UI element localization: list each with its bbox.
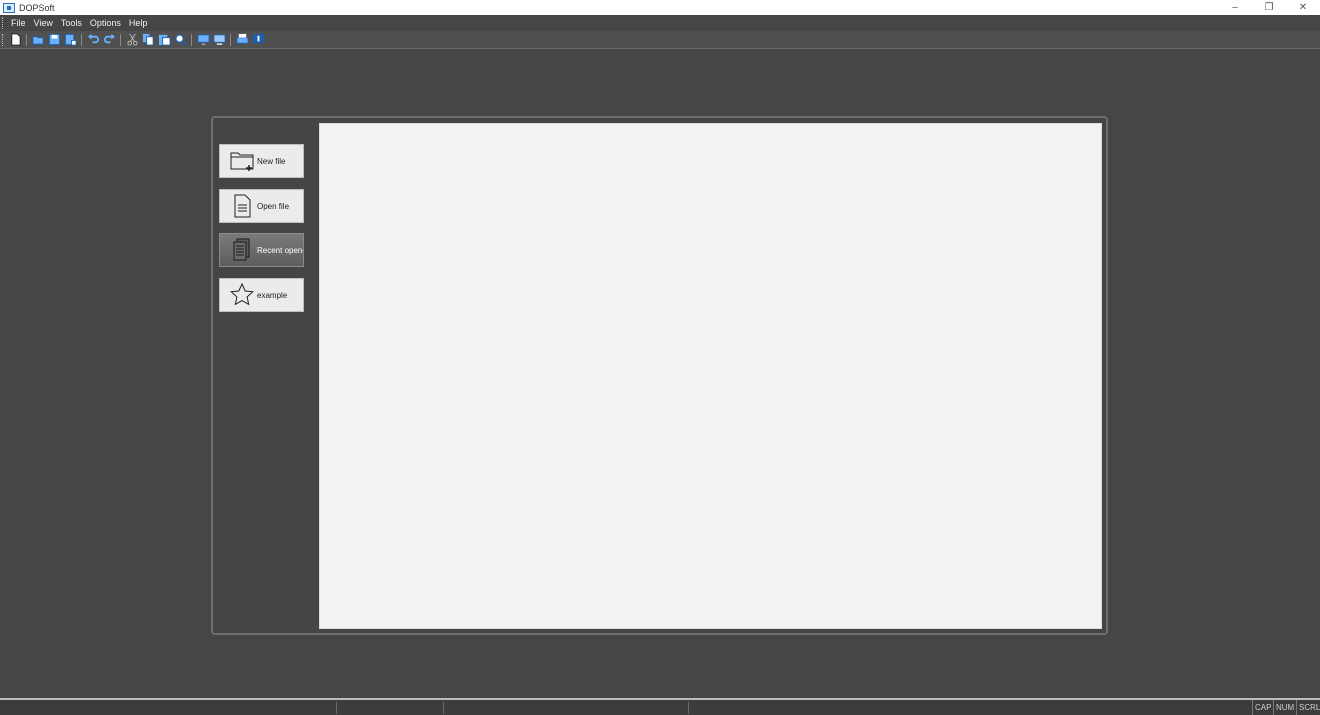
title-bar: DOPSoft – ❐ ✕: [0, 0, 1320, 15]
workspace: New file Open file Recent opened example: [0, 50, 1320, 698]
open-file-icon: [234, 194, 251, 218]
toolbar-separator: [120, 33, 121, 46]
star-icon: [230, 282, 254, 306]
save-as-icon[interactable]: [63, 33, 77, 47]
app-icon: [3, 2, 15, 13]
status-divider: [443, 702, 444, 714]
find-icon[interactable]: [173, 33, 187, 47]
num-lock-indicator: NUM: [1273, 700, 1296, 715]
toolbar: [0, 31, 1320, 49]
toolbar-separator: [81, 33, 82, 46]
paste-icon[interactable]: [157, 33, 171, 47]
start-page-frame: New file Open file Recent opened example: [211, 116, 1108, 635]
copy-icon[interactable]: [141, 33, 155, 47]
menu-bar: File View Tools Options Help: [0, 15, 1320, 31]
open-file-label: Open file: [257, 201, 290, 211]
open-icon[interactable]: [31, 33, 45, 47]
undo-icon[interactable]: [86, 33, 100, 47]
example-label: example: [257, 290, 288, 300]
recent-opened-label: Recent opened: [257, 245, 303, 255]
menu-view[interactable]: View: [30, 15, 57, 31]
info-icon[interactable]: [251, 33, 265, 47]
minimize-icon[interactable]: –: [1218, 0, 1252, 15]
preview-panel: [319, 123, 1102, 629]
menu-file[interactable]: File: [7, 15, 30, 31]
recent-files-icon: [233, 238, 250, 261]
menu-tools[interactable]: Tools: [57, 15, 86, 31]
toolbar-separator: [26, 33, 27, 46]
status-divider: [688, 702, 689, 714]
new-folder-icon: [230, 152, 254, 171]
open-file-button[interactable]: Open file: [219, 189, 304, 223]
example-button[interactable]: example: [219, 278, 304, 312]
scroll-lock-indicator: SCRL: [1296, 700, 1320, 715]
status-divider: [336, 702, 337, 714]
menu-help[interactable]: Help: [125, 15, 152, 31]
save-icon[interactable]: [47, 33, 61, 47]
close-icon[interactable]: ✕: [1286, 0, 1320, 15]
toolbar-separator: [191, 33, 192, 46]
menu-options[interactable]: Options: [86, 15, 125, 31]
print-icon[interactable]: [235, 33, 249, 47]
toolbar-separator: [230, 33, 231, 46]
toolbar-grip-icon[interactable]: [2, 33, 7, 46]
new-file-label: New file: [257, 156, 286, 166]
maximize-icon[interactable]: ❐: [1252, 0, 1286, 15]
cut-icon[interactable]: [125, 33, 139, 47]
new-icon[interactable]: [8, 33, 22, 47]
screen-icon[interactable]: [196, 33, 210, 47]
caps-lock-indicator: CAP: [1252, 700, 1273, 715]
recent-opened-button[interactable]: Recent opened: [219, 233, 304, 267]
redo-icon[interactable]: [102, 33, 116, 47]
status-bar: CAP NUM SCRL: [0, 698, 1320, 715]
window-title: DOPSoft: [19, 2, 55, 13]
new-file-button[interactable]: New file: [219, 144, 304, 178]
download-icon[interactable]: [212, 33, 226, 47]
window-controls: – ❐ ✕: [1218, 0, 1320, 15]
